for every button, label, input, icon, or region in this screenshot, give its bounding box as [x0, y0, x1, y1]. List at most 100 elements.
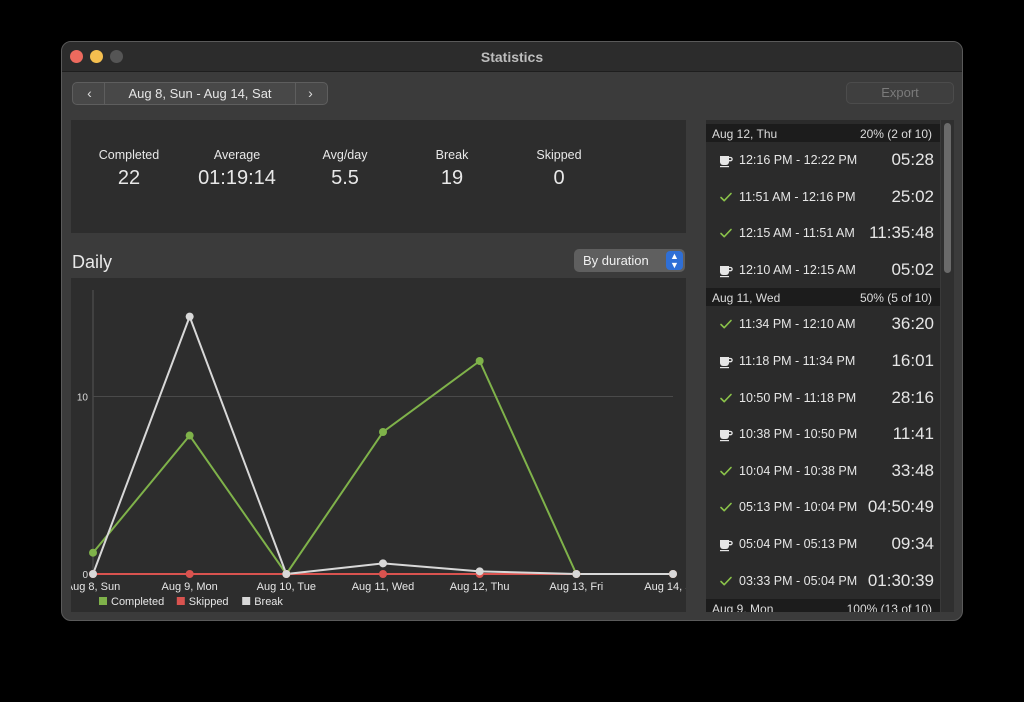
- check-icon: [718, 499, 734, 515]
- next-week-button[interactable]: ›: [295, 83, 325, 104]
- session-list[interactable]: Aug 12, Thu 20% (2 of 10) 12:16 PM - 12:22…: [706, 120, 954, 612]
- session-time-range: 11:51 AM - 12:16 PM: [739, 189, 856, 204]
- stat-label: Avg/day: [322, 148, 368, 162]
- data-point-skipped: [185, 570, 194, 578]
- day-group-header: Aug 9, Mon 100% (13 of 10): [706, 599, 940, 612]
- y-tick-label: 0: [82, 570, 88, 581]
- session-row[interactable]: 10:38 PM - 10:50 PM 11:41: [706, 416, 940, 452]
- data-point-break: [379, 559, 387, 568]
- title-bar: Statistics: [62, 42, 962, 72]
- data-point-completed: [89, 548, 97, 557]
- data-point-completed: [379, 428, 387, 436]
- legend-swatch: [242, 597, 251, 605]
- data-point-break: [475, 567, 484, 576]
- session-time-range: 12:10 AM - 12:15 AM: [739, 262, 856, 277]
- data-point-break: [89, 570, 97, 578]
- daily-chart: 0 10 Aug 8, Sun Aug 9, Mon Aug 10, Tue Aug 11…: [66, 278, 702, 612]
- session-time-range: 05:04 PM - 05:13 PM: [739, 537, 858, 551]
- data-point-break: [185, 312, 194, 321]
- session-row[interactable]: 05:13 PM - 10:04 PM 04:50:49: [706, 489, 940, 525]
- stat-value: 19: [440, 167, 464, 189]
- data-point-completed: [185, 431, 194, 440]
- session-row[interactable]: 11:34 PM - 12:10 AM 36:20: [706, 306, 940, 342]
- stat-value: 5.5: [331, 167, 359, 189]
- session-row[interactable]: 10:50 PM - 11:18 PM 28:16: [706, 380, 940, 416]
- session-row[interactable]: 05:04 PM - 05:13 PM 09:34: [706, 526, 940, 562]
- session-duration: 04:50:49: [867, 497, 934, 517]
- stat-value: 01:19:14: [198, 167, 276, 189]
- stat-completed: Completed 22: [74, 148, 184, 190]
- stat-value: 22: [117, 167, 141, 189]
- day-group-header: Aug 11, Wed 50% (5 of 10): [706, 288, 940, 307]
- day-group-percent: 50% (5 of 10): [859, 291, 932, 306]
- scrollbar-thumb[interactable]: [944, 123, 951, 273]
- session-duration: 11:41: [892, 424, 934, 444]
- day-group-percent: 20% (2 of 10): [859, 127, 932, 141]
- chevron-left-icon: ‹: [87, 85, 92, 101]
- cup-icon: [718, 426, 734, 442]
- session-duration: 25:02: [891, 186, 934, 206]
- chart-mode-select[interactable]: By duration ▲ ▼: [574, 249, 685, 272]
- stat-avg-per-day: Avg/day 5.5: [290, 148, 400, 190]
- statistics-window: Statistics ‹ Aug 8, Sun - Aug 14, Sat › …: [61, 41, 963, 621]
- session-row[interactable]: 12:15 AM - 11:51 AM 11:35:48: [706, 215, 940, 251]
- y-tick-label: 10: [77, 393, 89, 404]
- date-range-navigator: ‹ Aug 8, Sun - Aug 14, Sat ›: [72, 82, 328, 105]
- session-row[interactable]: 11:51 AM - 12:16 PM 25:02: [706, 179, 940, 215]
- day-group-header: Aug 12, Thu 20% (2 of 10): [706, 124, 940, 142]
- check-icon: [718, 463, 734, 479]
- x-tick-label: Aug 8, Sun: [71, 581, 120, 593]
- session-duration: 33:48: [891, 460, 934, 480]
- cup-icon: [718, 353, 734, 369]
- x-tick-label: Aug 10, Tue: [257, 581, 316, 593]
- stat-average: Average 01:19:14: [182, 148, 292, 190]
- session-row[interactable]: 03:33 PM - 05:04 PM 01:30:39: [706, 563, 940, 599]
- session-time-range: 12:15 AM - 11:51 AM: [739, 226, 855, 241]
- series-line-completed: [92, 359, 673, 576]
- check-icon: [718, 390, 734, 406]
- export-button[interactable]: Export: [846, 82, 954, 104]
- stat-value: 0: [553, 167, 565, 189]
- series-line-break: [92, 313, 673, 576]
- stat-label: Skipped: [536, 148, 582, 162]
- check-icon: [718, 225, 734, 241]
- data-point-skipped: [379, 570, 387, 578]
- x-tick-label: Aug 14, Sat: [644, 581, 686, 593]
- session-row[interactable]: 12:10 AM - 12:15 AM 05:02: [706, 252, 940, 288]
- check-icon: [718, 189, 734, 205]
- data-point-break: [572, 570, 581, 578]
- session-time-range: 11:34 PM - 12:10 AM: [739, 317, 856, 332]
- session-row[interactable]: 10:04 PM - 10:38 PM 33:48: [706, 453, 940, 489]
- session-duration: 01:30:39: [867, 570, 934, 590]
- stat-skipped: Skipped 0: [504, 148, 614, 190]
- legend-label: Skipped: [189, 596, 229, 608]
- session-row[interactable]: 12:16 PM - 12:22 PM 05:28: [706, 142, 940, 178]
- day-group-date: Aug 9, Mon: [712, 602, 774, 612]
- cup-icon: [718, 536, 734, 552]
- stat-label: Average: [213, 148, 261, 162]
- session-duration: 16:01: [891, 351, 934, 370]
- stat-label: Break: [435, 148, 469, 162]
- session-duration: 05:02: [891, 259, 934, 279]
- previous-week-button[interactable]: ‹: [75, 83, 105, 104]
- daily-section-title: Daily: [72, 252, 113, 272]
- select-value: By duration: [583, 253, 649, 268]
- cup-icon: [718, 152, 734, 168]
- data-point-break: [282, 570, 291, 578]
- daily-line-chart: 0 10 Aug 8, Sun Aug 9, Mon Aug 10, Tue Aug 11…: [66, 290, 702, 608]
- summary-stats-panel: Completed 22 Average 01:19:14 Avg/day 5.…: [71, 120, 686, 233]
- legend-label: Break: [254, 596, 283, 608]
- session-time-range: 03:33 PM - 05:04 PM: [739, 573, 858, 588]
- session-duration: 28:16: [891, 387, 934, 407]
- session-list-scrollbar[interactable]: [940, 120, 954, 612]
- session-duration: 05:28: [891, 150, 934, 169]
- data-point-break: [669, 570, 677, 578]
- check-icon: [718, 316, 734, 332]
- day-group-date: Aug 12, Thu: [712, 127, 778, 141]
- session-row[interactable]: 11:18 PM - 11:34 PM 16:01: [706, 343, 940, 379]
- session-time-range: 11:18 PM - 11:34 PM: [739, 354, 856, 368]
- session-duration: 36:20: [891, 314, 934, 334]
- x-tick-label: Aug 12, Thu: [450, 581, 510, 593]
- updown-chevron-icon: ▲ ▼: [666, 251, 683, 270]
- legend-label: Completed: [111, 596, 164, 608]
